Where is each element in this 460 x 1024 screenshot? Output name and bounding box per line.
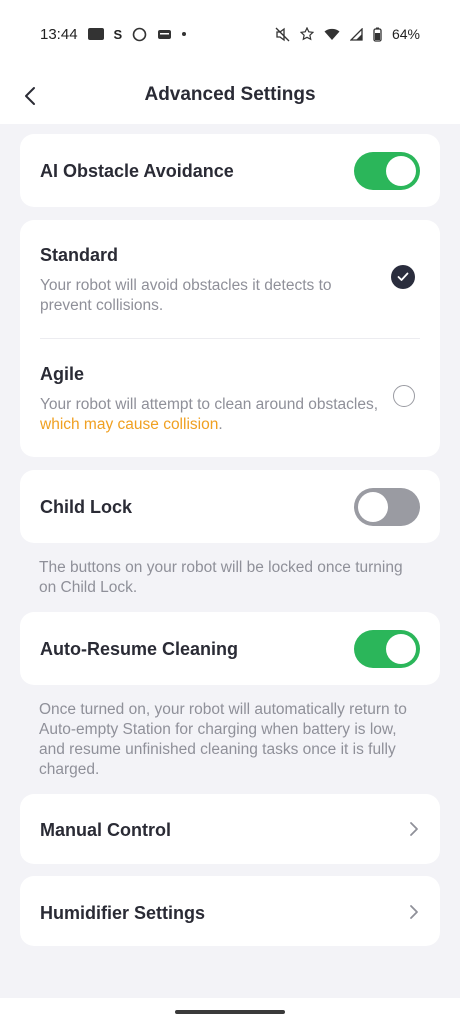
notification-chip-icon: [87, 28, 104, 40]
signal-icon: [349, 27, 363, 41]
ai-obstacle-label: AI Obstacle Avoidance: [40, 161, 234, 181]
top-bar: Advanced Settings: [0, 68, 460, 124]
child-lock-card: Child Lock: [20, 470, 440, 543]
agile-option[interactable]: Agile Your robot will attempt to clean a…: [20, 339, 440, 457]
child-lock-label: Child Lock: [40, 497, 133, 517]
ai-obstacle-toggle[interactable]: [354, 152, 420, 190]
toggle-knob: [386, 156, 416, 186]
toggle-knob: [358, 492, 388, 522]
child-lock-note: The buttons on your robot will be locked…: [39, 559, 403, 596]
status-bar-right: 64%: [275, 26, 420, 42]
child-lock-toggle[interactable]: [354, 488, 420, 526]
auto-resume-note: Once turned on, your robot will automati…: [39, 701, 407, 778]
battery-icon: [373, 27, 382, 42]
standard-option[interactable]: Standard Your robot will avoid obstacles…: [20, 220, 440, 338]
ai-obstacle-card: AI Obstacle Avoidance: [20, 134, 440, 207]
toggle-knob: [386, 634, 416, 664]
status-bar-left: 13:44 S: [40, 25, 187, 43]
chevron-right-icon: [410, 905, 418, 919]
agile-title: Agile: [40, 364, 85, 384]
dot-icon: [182, 32, 187, 36]
agile-description-text: Your robot will attempt to clean around …: [40, 396, 379, 413]
humidifier-settings-row[interactable]: Humidifier Settings: [20, 876, 440, 946]
avoidance-mode-card: Standard Your robot will avoid obstacles…: [20, 220, 440, 457]
humidifier-settings-label: Humidifier Settings: [40, 903, 206, 923]
agile-description-end: .: [218, 416, 223, 433]
star-icon: [299, 27, 314, 41]
mute-icon: [275, 27, 290, 41]
home-indicator[interactable]: [175, 1010, 285, 1014]
navigation-bar: [0, 998, 460, 1024]
standard-title: Standard: [40, 245, 119, 265]
checkmark-icon: [397, 272, 409, 281]
agile-description: Your robot will attempt to clean around …: [40, 395, 380, 435]
status-bar: 13:44 S 64%: [0, 0, 460, 68]
agile-radio-unchecked[interactable]: [393, 385, 415, 407]
auto-resume-card: Auto-Resume Cleaning: [20, 612, 440, 685]
auto-resume-label: Auto-Resume Cleaning: [40, 639, 239, 659]
agile-warning-text: which may cause collision: [40, 416, 219, 433]
page-title: Advanced Settings: [144, 84, 316, 105]
wifi-icon: [324, 28, 340, 40]
circle-icon: [132, 27, 147, 41]
s-icon: S: [113, 26, 123, 42]
manual-control-row[interactable]: Manual Control: [20, 794, 440, 864]
manual-control-label: Manual Control: [40, 820, 171, 840]
wallet-icon: [158, 29, 172, 39]
battery-percent: 64%: [391, 26, 420, 42]
standard-radio-checked[interactable]: [391, 265, 415, 289]
auto-resume-toggle[interactable]: [354, 630, 420, 668]
status-time: 13:44: [40, 25, 78, 43]
chevron-right-icon: [410, 822, 418, 836]
standard-description: Your robot will avoid obstacles it detec…: [40, 277, 332, 314]
